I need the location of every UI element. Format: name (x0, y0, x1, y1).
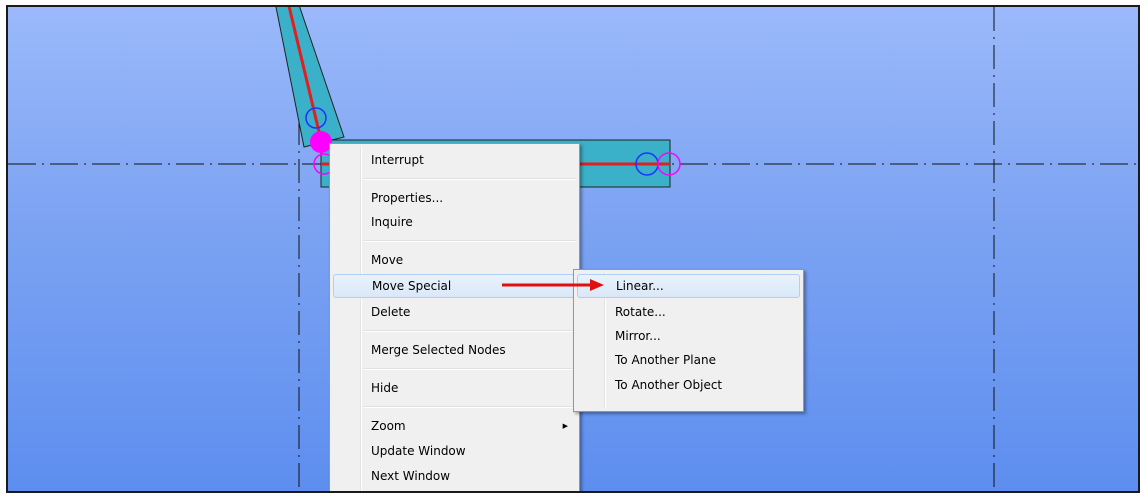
menu-item-update-window[interactable]: Update Window (333, 439, 576, 463)
menu-item-label: Move (371, 253, 404, 267)
menu-separator (363, 240, 576, 242)
submenu-item-mirror[interactable]: Mirror... (577, 324, 800, 348)
menu-item-zoom[interactable]: Zoom ▶ (333, 414, 576, 438)
menu-separator (363, 368, 576, 370)
menu-item-inquire[interactable]: Inquire (333, 210, 576, 234)
menu-item-label: Properties... (371, 191, 444, 205)
menu-separator (363, 178, 576, 180)
menu-item-label: Inquire (371, 215, 413, 229)
annotation-arrow (502, 279, 604, 291)
menu-item-label: Mirror... (615, 329, 661, 343)
drawing-viewport[interactable]: Interrupt Properties... Inquire Move Mov… (6, 5, 1140, 493)
menu-item-label: Interrupt (371, 153, 424, 167)
menu-item-hide[interactable]: Hide (333, 376, 576, 400)
menu-item-label: Update Window (371, 444, 466, 458)
menu-item-label: To Another Object (615, 378, 723, 392)
menu-item-interrupt[interactable]: Interrupt (333, 148, 576, 172)
submenu-item-to-another-object[interactable]: To Another Object (577, 373, 800, 397)
menu-item-properties[interactable]: Properties... (333, 186, 576, 210)
menu-item-merge-selected-nodes[interactable]: Merge Selected Nodes (333, 338, 576, 362)
menu-item-next-window[interactable]: Next Window (333, 464, 576, 488)
menu-item-label: Linear... (616, 279, 664, 293)
chevron-right-icon: ▶ (562, 422, 568, 430)
menu-item-label: Delete (371, 305, 411, 319)
menu-item-label: Merge Selected Nodes (371, 343, 506, 357)
context-menu: Interrupt Properties... Inquire Move Mov… (329, 143, 580, 491)
menu-item-label: Hide (371, 381, 399, 395)
submenu-item-to-another-plane[interactable]: To Another Plane (577, 348, 800, 372)
menu-item-label: To Another Plane (615, 353, 716, 367)
menu-item-move[interactable]: Move (333, 248, 576, 272)
submenu-item-rotate[interactable]: Rotate... (577, 300, 800, 324)
menu-item-delete[interactable]: Delete (333, 300, 576, 324)
menu-item-label: Rotate... (615, 305, 666, 319)
menu-separator (363, 330, 576, 332)
menu-item-label: Zoom (371, 419, 406, 433)
submenu-item-linear[interactable]: Linear... (577, 274, 800, 298)
menu-item-label: Move Special (372, 279, 452, 293)
menu-item-label: Next Window (371, 469, 451, 483)
menu-separator (363, 406, 576, 408)
